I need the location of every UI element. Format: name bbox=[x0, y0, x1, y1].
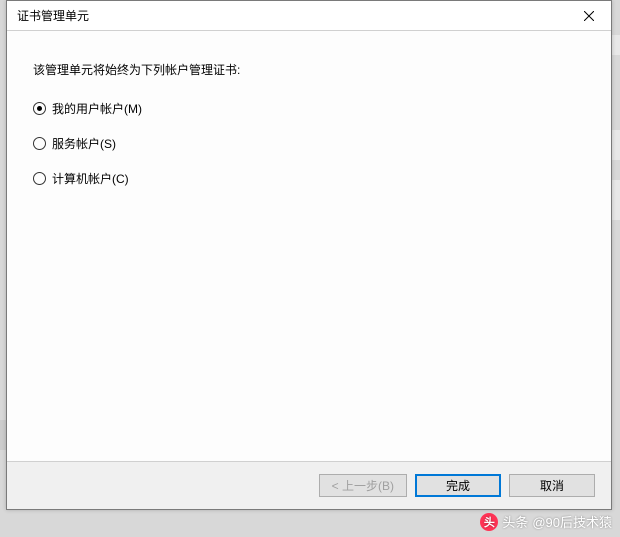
radio-icon bbox=[33, 102, 46, 115]
dialog-footer: < 上一步(B) 完成 取消 bbox=[7, 461, 611, 509]
radio-icon bbox=[33, 137, 46, 150]
bg-decoration bbox=[612, 35, 620, 55]
radio-icon bbox=[33, 172, 46, 185]
account-radio-group: 我的用户帐户(M) 服务帐户(S) 计算机帐户(C) bbox=[33, 100, 585, 187]
watermark-icon: 头 bbox=[480, 513, 498, 531]
finish-button[interactable]: 完成 bbox=[415, 474, 501, 497]
radio-computer-account[interactable]: 计算机帐户(C) bbox=[33, 170, 585, 187]
bg-decoration bbox=[612, 130, 620, 160]
radio-label: 计算机帐户(C) bbox=[52, 170, 129, 187]
dialog-content: 该管理单元将始终为下列帐户管理证书: 我的用户帐户(M) 服务帐户(S) 计算机… bbox=[7, 31, 611, 461]
watermark: 头 头条 @90后技术猿 bbox=[480, 512, 612, 531]
certificate-snapin-dialog: 证书管理单元 该管理单元将始终为下列帐户管理证书: 我的用户帐户(M) 服务帐户… bbox=[6, 0, 612, 510]
radio-my-user-account[interactable]: 我的用户帐户(M) bbox=[33, 100, 585, 117]
instruction-text: 该管理单元将始终为下列帐户管理证书: bbox=[33, 61, 585, 78]
radio-label: 服务帐户(S) bbox=[52, 135, 116, 152]
cancel-button[interactable]: 取消 bbox=[509, 474, 595, 497]
dialog-title: 证书管理单元 bbox=[17, 7, 89, 24]
close-icon bbox=[584, 11, 594, 21]
bg-decoration bbox=[612, 180, 620, 220]
watermark-handle: @90后技术猿 bbox=[532, 512, 612, 531]
radio-label: 我的用户帐户(M) bbox=[52, 100, 142, 117]
titlebar: 证书管理单元 bbox=[7, 1, 611, 31]
close-button[interactable] bbox=[566, 1, 611, 30]
watermark-prefix: 头条 bbox=[502, 512, 528, 531]
back-button: < 上一步(B) bbox=[319, 474, 407, 497]
radio-service-account[interactable]: 服务帐户(S) bbox=[33, 135, 585, 152]
